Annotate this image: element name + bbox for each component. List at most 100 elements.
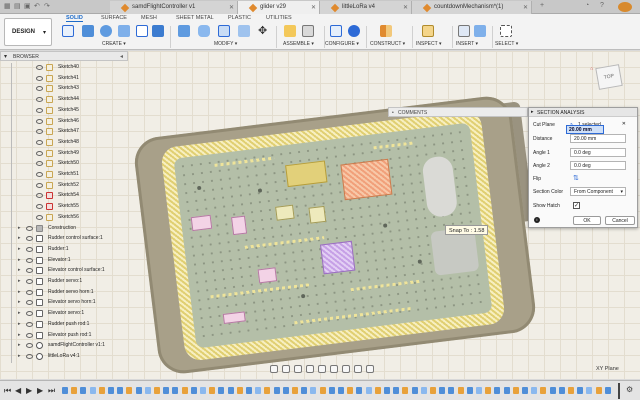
pcb-board[interactable] [173, 122, 493, 349]
play-icon[interactable]: ▶ [26, 386, 32, 395]
timeline-feature-icon[interactable] [301, 387, 308, 394]
timeline-feature-icon[interactable] [126, 387, 133, 394]
timeline-feature-icon[interactable] [98, 387, 105, 394]
timeline-feature-icon[interactable] [292, 387, 298, 394]
timeline-feature-icon[interactable] [190, 387, 197, 394]
insert-image-icon[interactable] [474, 25, 486, 37]
browser-item[interactable]: ▸ Elevator control surface:1 [0, 266, 128, 276]
visibility-icon[interactable] [36, 161, 43, 167]
flip-icon[interactable]: ⇅ [573, 174, 579, 182]
timeline-feature-icon[interactable] [568, 387, 574, 394]
visibility-icon[interactable] [36, 65, 43, 70]
assemble-menu[interactable]: ASSEMBLE ▾ [283, 41, 314, 47]
close-icon[interactable]: ✕ [403, 4, 408, 11]
visibility-icon[interactable] [36, 150, 43, 156]
timeline-feature-icon[interactable] [402, 387, 409, 394]
timeline-feature-icon[interactable] [604, 387, 611, 394]
expand-icon[interactable]: ▸ [18, 235, 21, 241]
redo-icon[interactable]: ↷ [44, 2, 50, 10]
save-icon[interactable]: ▣ [24, 2, 31, 10]
visibility-icon[interactable] [26, 332, 33, 338]
grid-menu-icon[interactable]: ▦ [4, 2, 11, 10]
timeline-feature-icon[interactable] [494, 387, 501, 394]
browser-item[interactable]: ▸ Rudder:1 [0, 245, 128, 255]
visibility-icon[interactable] [26, 236, 33, 242]
timeline-feature-icon[interactable] [577, 387, 584, 394]
timeline-feature-icon[interactable] [384, 387, 390, 394]
expand-icon[interactable]: ▸ [18, 246, 21, 252]
tab-mesh[interactable]: MESH [141, 15, 157, 21]
timeline-feature-icon[interactable] [338, 387, 344, 394]
visibility-icon[interactable] [36, 139, 43, 145]
timeline-marker[interactable] [618, 383, 620, 399]
distance-value-tooltip[interactable]: 20.00 mm [566, 125, 604, 134]
expand-icon[interactable]: ▸ [18, 353, 21, 359]
go-to-start-icon[interactable]: ⏮ [4, 386, 11, 396]
undo-icon[interactable]: ↶ [34, 2, 40, 10]
timeline-feature-icon[interactable] [522, 387, 528, 394]
timeline-feature-icon[interactable] [282, 387, 289, 394]
browser-item[interactable]: ▸ Elevator servo horn:1 [0, 298, 128, 308]
expand-icon[interactable]: ▸ [18, 310, 21, 316]
grid-icon[interactable] [342, 365, 350, 373]
timeline-feature-icon[interactable] [503, 387, 510, 394]
expand-icon[interactable]: ▸ [18, 289, 21, 295]
tab-sheet-metal[interactable]: SHEET METAL [176, 15, 214, 21]
create-menu[interactable]: CREATE ▾ [102, 41, 126, 47]
browser-item[interactable]: Sketch43 [0, 84, 128, 94]
timeline-feature-icon[interactable] [549, 387, 556, 394]
timeline-feature-icon[interactable] [356, 387, 363, 394]
help-icon[interactable]: ? [600, 2, 604, 9]
browser-item[interactable]: ▸ Elevator servo:1 [0, 309, 128, 319]
visibility-icon[interactable] [26, 353, 33, 359]
timeline-feature-icon[interactable] [273, 387, 280, 394]
visibility-icon[interactable] [26, 279, 33, 284]
browser-header[interactable]: ▾ BROWSER ◂ [0, 51, 128, 61]
new-component-icon[interactable] [284, 25, 296, 37]
sweep-icon[interactable] [118, 25, 130, 37]
viewcube[interactable]: ⌂ TOP [590, 64, 623, 90]
tab-utilities[interactable]: UTILITIES [266, 15, 292, 21]
pin-icon[interactable]: ◂ [120, 53, 123, 60]
browser-item[interactable]: Sketch50 [0, 159, 128, 169]
browser-item[interactable]: Sketch46 [0, 117, 128, 127]
zoom-icon[interactable] [306, 365, 314, 373]
browser-item[interactable]: Sketch56 [0, 213, 128, 223]
browser-item[interactable]: Sketch48 [0, 138, 128, 148]
tab-plastic[interactable]: PLASTIC [228, 15, 251, 21]
modify-menu[interactable]: MODIFY ▾ [214, 41, 237, 47]
angle1-input[interactable]: 0.0 deg [570, 148, 626, 157]
timeline-feature-icon[interactable] [144, 387, 151, 394]
dialog-title[interactable]: ▸ SECTION ANALYSIS [529, 108, 637, 117]
visibility-icon[interactable] [36, 107, 43, 113]
expand-icon[interactable]: ▸ [18, 299, 21, 305]
browser-item[interactable]: Sketch44 [0, 95, 128, 105]
timeline-feature-icon[interactable] [374, 387, 381, 394]
configure-menu[interactable]: CONFIGURE ▾ [325, 41, 359, 47]
construct-menu[interactable]: CONSTRUCT ▾ [370, 41, 405, 47]
insert-menu[interactable]: INSERT ▾ [456, 41, 478, 47]
fit-icon[interactable] [318, 365, 326, 373]
expand-icon[interactable]: ▸ [18, 225, 21, 231]
visibility-icon[interactable] [36, 97, 43, 103]
close-icon[interactable]: ✕ [523, 4, 528, 11]
timeline-feature-icon[interactable] [595, 387, 602, 394]
browser-item[interactable]: Sketch40 [0, 63, 128, 73]
viewports-icon[interactable] [354, 365, 362, 373]
timeline-feature-icon[interactable] [512, 387, 519, 394]
configure-icon[interactable] [348, 25, 360, 37]
fillet-icon[interactable] [198, 25, 210, 37]
timeline-feature-icon[interactable] [457, 387, 464, 394]
visibility-icon[interactable] [36, 193, 43, 199]
pan-icon[interactable] [294, 365, 302, 373]
visibility-icon[interactable] [26, 268, 33, 274]
timeline-feature-icon[interactable] [89, 387, 96, 394]
shell-icon[interactable] [218, 25, 230, 37]
timeline-feature-icon[interactable] [411, 387, 418, 394]
timeline-feature-icon[interactable] [586, 387, 593, 394]
timeline-feature-icon[interactable] [172, 387, 179, 394]
browser-item[interactable]: ▸ Rudder control surface:1 [0, 234, 128, 244]
visibility-icon[interactable] [26, 289, 33, 295]
insert-derive-icon[interactable] [458, 25, 470, 37]
timeline-feature-icon[interactable] [227, 387, 234, 394]
